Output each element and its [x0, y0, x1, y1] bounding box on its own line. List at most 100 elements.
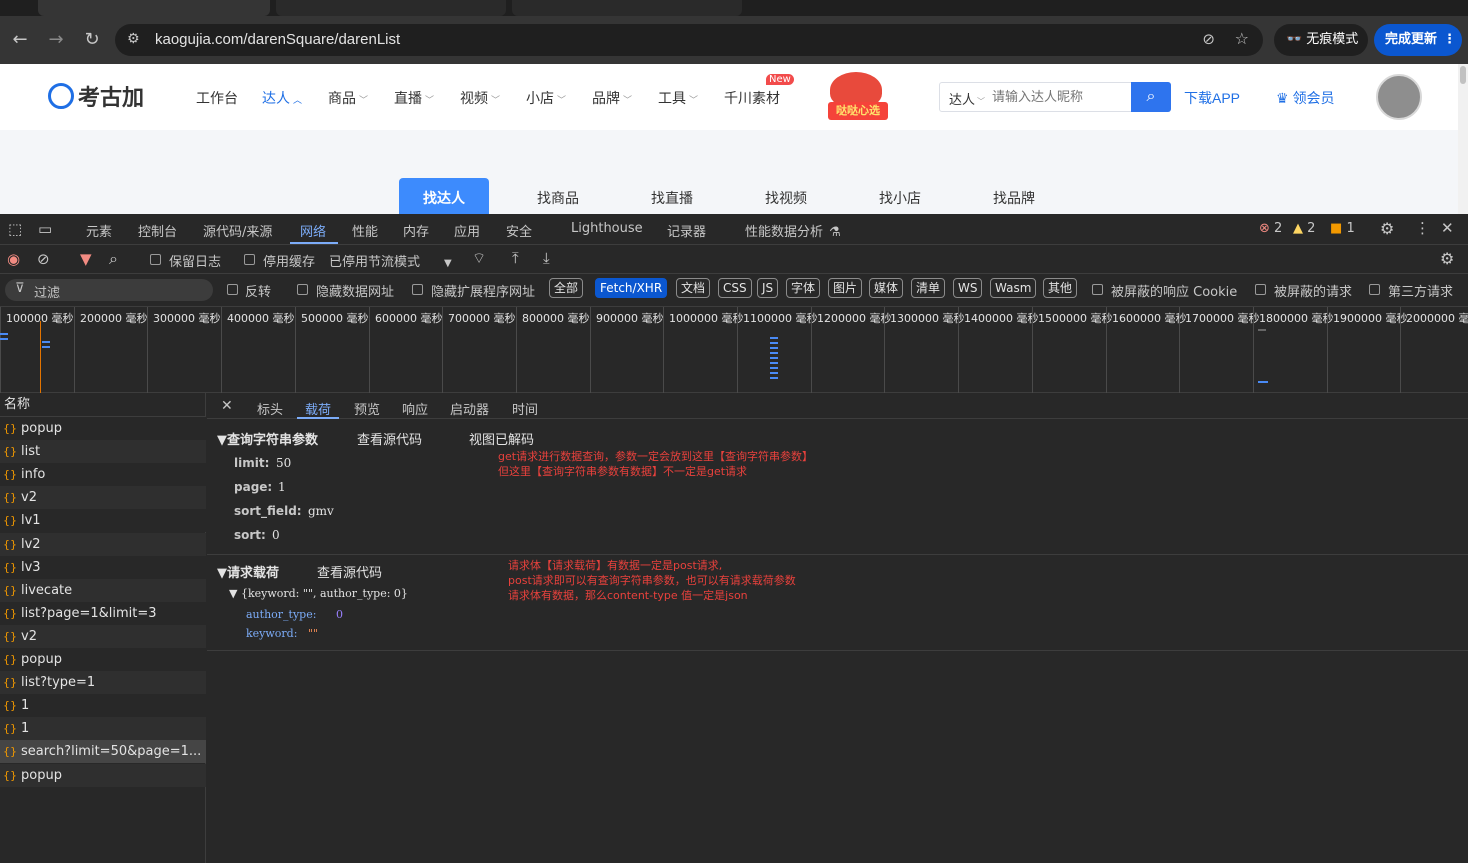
- export-har-icon[interactable]: ⤓: [543, 249, 550, 267]
- type-chip-all[interactable]: 全部: [549, 278, 584, 298]
- network-overview[interactable]: 100000 毫秒 200000 毫秒 300000 毫秒 400000 毫秒 5000…: [0, 307, 1468, 393]
- network-conditions-icon[interactable]: ⌔: [472, 249, 486, 268]
- settings-gear-icon[interactable]: ⚙: [1380, 219, 1394, 238]
- tab-memory[interactable]: 内存: [403, 221, 429, 240]
- request-row[interactable]: {} livecate: [0, 578, 206, 602]
- payload-title[interactable]: ▼请求载荷: [217, 562, 279, 581]
- tab-recorder[interactable]: 记录器: [667, 221, 706, 240]
- site-info-icon[interactable]: ⚙: [127, 31, 140, 47]
- blocked-cookies-checkbox[interactable]: [1092, 284, 1103, 295]
- type-chip-font[interactable]: 字体: [786, 278, 821, 298]
- detail-tab-preview[interactable]: 预览: [354, 399, 380, 418]
- tab-console[interactable]: 控制台: [138, 221, 177, 240]
- type-chip-fetch-xhr[interactable]: Fetch/XHR: [595, 278, 668, 298]
- tab-sources[interactable]: 源代码/来源: [203, 221, 272, 240]
- incognito-button[interactable]: 👓 无痕模式: [1274, 24, 1368, 56]
- forward-icon[interactable]: →: [42, 26, 70, 54]
- clear-icon[interactable]: ⊘: [37, 250, 50, 268]
- vip-link[interactable]: ♛ 领会员: [1276, 88, 1335, 108]
- detail-tab-response[interactable]: 响应: [402, 399, 428, 418]
- eye-off-icon[interactable]: ⊘: [1202, 30, 1215, 48]
- request-row[interactable]: {} lv2: [0, 532, 206, 556]
- filter-icon[interactable]: ▼: [80, 250, 92, 268]
- subtab-find-daren[interactable]: 找达人: [423, 188, 465, 208]
- request-row[interactable]: {} list?page=1&limit=3: [0, 601, 206, 625]
- browser-tab-active[interactable]: [38, 0, 270, 16]
- throttle-select[interactable]: 已停用节流模式 ▼: [329, 251, 452, 270]
- subtab-find-goods[interactable]: 找商品: [537, 188, 579, 208]
- type-chip-other[interactable]: 其他: [1043, 278, 1078, 298]
- type-chip-js[interactable]: JS: [757, 278, 779, 298]
- request-row[interactable]: {} list: [0, 440, 206, 464]
- omnibox[interactable]: ⚙ kaogujia.com/darenSquare/darenList ⊘ ☆: [115, 24, 1263, 56]
- payload-view-source[interactable]: 查看源代码: [317, 562, 382, 581]
- back-icon[interactable]: ←: [6, 26, 34, 54]
- request-row[interactable]: {} v2: [0, 486, 206, 510]
- menu-qianchuan[interactable]: 千川素材: [724, 88, 780, 108]
- bookmark-star-icon[interactable]: ☆: [1235, 29, 1249, 48]
- close-detail-icon[interactable]: ✕: [221, 398, 233, 414]
- tab-security[interactable]: 安全: [506, 221, 532, 240]
- tab-perf-insights[interactable]: 性能数据分析 ⚗: [745, 221, 841, 240]
- issue-count[interactable]: ■ 1: [1330, 221, 1355, 236]
- request-row[interactable]: {} 1: [0, 717, 206, 741]
- request-row[interactable]: {} popup: [0, 763, 206, 787]
- detail-tab-initiator[interactable]: 启动器: [450, 399, 489, 418]
- tab-elements[interactable]: 元素: [86, 221, 112, 240]
- subtab-find-live[interactable]: 找直播: [651, 188, 693, 208]
- close-icon[interactable]: ✕: [1441, 219, 1454, 237]
- browser-tab[interactable]: [276, 0, 506, 16]
- query-view-decoded[interactable]: 视图已解码: [469, 429, 534, 448]
- query-params-title[interactable]: ▼查询字符串参数: [217, 429, 318, 448]
- inspect-icon[interactable]: ⬚: [8, 220, 22, 238]
- search-input[interactable]: [992, 86, 1128, 108]
- avatar[interactable]: [1376, 74, 1422, 120]
- tab-performance[interactable]: 性能: [352, 221, 378, 240]
- payload-object-summary[interactable]: ▼ {keyword: "", author_type: 0}: [229, 587, 408, 600]
- menu-brand[interactable]: 品牌 ﹀: [592, 88, 632, 108]
- reload-icon[interactable]: ↻: [78, 26, 106, 54]
- warning-count[interactable]: ▲ 2: [1293, 221, 1315, 236]
- tab-application[interactable]: 应用: [454, 221, 480, 240]
- type-chip-ws[interactable]: WS: [953, 278, 983, 298]
- promo-banner[interactable]: 哒哒心选: [822, 72, 892, 124]
- menu-daren[interactable]: 达人 ︿: [262, 88, 302, 108]
- menu-goods[interactable]: 商品 ﹀: [328, 88, 368, 108]
- error-count[interactable]: ⊗ 2: [1259, 221, 1282, 236]
- third-party-checkbox[interactable]: [1369, 284, 1380, 295]
- type-chip-wasm[interactable]: Wasm: [990, 278, 1037, 298]
- request-row[interactable]: {} 1: [0, 694, 206, 718]
- site-logo[interactable]: 考古加: [48, 80, 144, 112]
- request-row[interactable]: {} popup: [0, 417, 206, 440]
- url-text[interactable]: kaogujia.com/darenSquare/darenList: [155, 31, 400, 48]
- detail-tab-timing[interactable]: 时间: [512, 399, 538, 418]
- search-button[interactable]: ⌕: [1131, 82, 1171, 112]
- import-har-icon[interactable]: ⤒: [512, 249, 519, 267]
- more-vert-icon[interactable]: ⋮: [1415, 219, 1430, 237]
- menu-tools[interactable]: 工具 ﹀: [658, 88, 698, 108]
- request-row[interactable]: {} lv1: [0, 509, 206, 533]
- menu-shop[interactable]: 小店 ﹀: [526, 88, 566, 108]
- detail-tab-headers[interactable]: 标头: [257, 399, 283, 418]
- type-chip-media[interactable]: 媒体: [869, 278, 904, 298]
- menu-video[interactable]: 视频 ﹀: [460, 88, 500, 108]
- hide-ext-urls-checkbox[interactable]: [412, 284, 423, 295]
- blocked-requests-checkbox[interactable]: [1255, 284, 1266, 295]
- detail-tab-payload[interactable]: 载荷: [305, 399, 331, 418]
- scrollbar-thumb[interactable]: [1460, 66, 1466, 84]
- browser-tab[interactable]: [512, 0, 742, 16]
- record-stop-icon[interactable]: ◉: [7, 250, 20, 268]
- tab-lighthouse[interactable]: Lighthouse: [571, 221, 643, 236]
- search-type-select[interactable]: 达人 ﹀: [949, 89, 985, 108]
- download-app-link[interactable]: 下载APP: [1184, 88, 1240, 108]
- request-row[interactable]: {} lv3: [0, 555, 206, 579]
- device-toolbar-icon[interactable]: ▭: [38, 220, 52, 238]
- filter-input[interactable]: ⊽ 过滤: [5, 279, 213, 301]
- type-chip-manifest[interactable]: 清单: [911, 278, 946, 298]
- request-row[interactable]: {} v2: [0, 624, 206, 648]
- request-row[interactable]: {} info: [0, 463, 206, 487]
- hide-data-urls-checkbox[interactable]: [297, 284, 308, 295]
- request-row[interactable]: {} search?limit=50&page=1...: [0, 740, 206, 764]
- subtab-find-video[interactable]: 找视频: [765, 188, 807, 208]
- update-button[interactable]: 完成更新 ⋮: [1374, 24, 1462, 56]
